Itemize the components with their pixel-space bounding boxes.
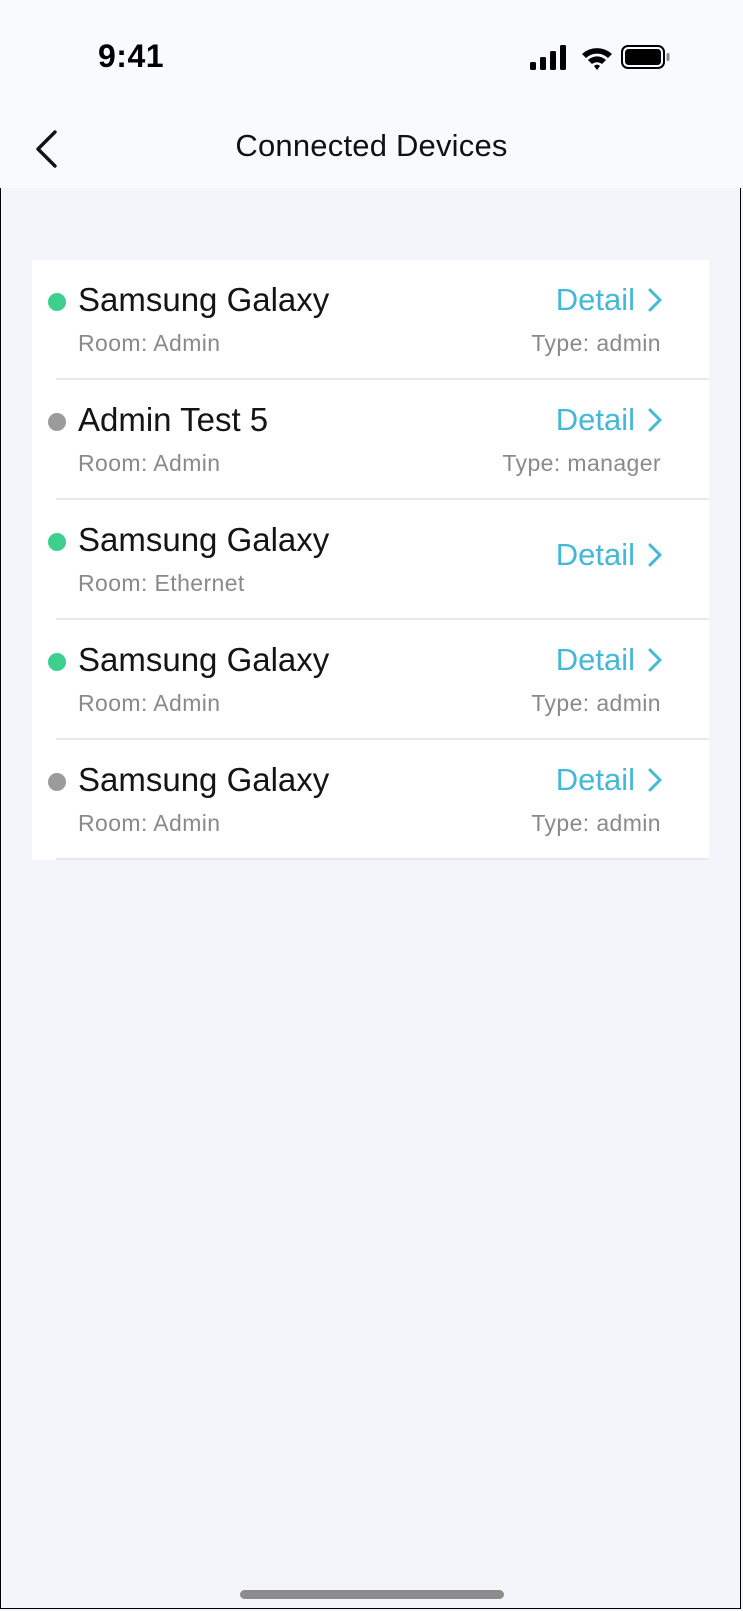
status-icons xyxy=(530,44,670,72)
nav-bar: Connected Devices xyxy=(0,110,743,188)
home-indicator xyxy=(240,1590,504,1599)
detail-label: Detail xyxy=(555,282,635,317)
device-row[interactable]: Admin Test 5 Room: Admin Type: manager Deta… xyxy=(32,380,709,500)
detail-label: Detail xyxy=(555,402,635,437)
device-room: Room: Admin xyxy=(78,330,221,356)
device-room: Room: Ethernet xyxy=(78,570,245,596)
cellular-signal-icon xyxy=(530,45,566,70)
battery-icon xyxy=(621,45,670,69)
status-dot xyxy=(48,413,66,431)
chevron-right-icon xyxy=(647,407,663,433)
device-name: Samsung Galaxy xyxy=(78,641,330,678)
detail-link[interactable]: Detail xyxy=(556,762,663,798)
page-title: Connected Devices xyxy=(235,128,508,163)
device-row[interactable]: Samsung Galaxy Room: Ethernet Detail xyxy=(32,500,709,620)
device-row[interactable]: Samsung Galaxy Room: Admin Type: admin Deta… xyxy=(32,740,709,860)
device-row[interactable]: Samsung Galaxy Room: Admin Type: admin Deta… xyxy=(32,260,709,380)
detail-label: Detail xyxy=(555,762,635,797)
status-dot xyxy=(48,653,66,671)
device-type: Type: admin xyxy=(531,810,661,836)
detail-label: Detail xyxy=(555,537,635,572)
device-name: Samsung Galaxy xyxy=(78,281,330,318)
status-dot xyxy=(48,533,66,551)
device-type: Type: manager xyxy=(502,450,661,476)
detail-link[interactable]: Detail xyxy=(556,402,663,438)
detail-link[interactable]: Detail xyxy=(556,282,663,318)
status-time: 9:41 xyxy=(98,38,165,74)
status-bar: 9:41 xyxy=(0,0,743,110)
status-dot xyxy=(48,293,66,311)
detail-label: Detail xyxy=(555,642,635,677)
device-type: Type: admin xyxy=(531,690,661,716)
device-room: Room: Admin xyxy=(78,450,221,476)
device-type: Type: admin xyxy=(531,330,661,356)
wifi-icon xyxy=(582,48,612,70)
device-room: Room: Admin xyxy=(78,810,221,836)
device-name: Samsung Galaxy xyxy=(78,761,330,798)
row-divider xyxy=(56,858,709,860)
device-row[interactable]: Samsung Galaxy Room: Admin Type: admin Deta… xyxy=(32,620,709,740)
device-list: Samsung Galaxy Room: Admin Type: admin Deta… xyxy=(32,260,709,860)
chevron-right-icon xyxy=(647,647,663,673)
chevron-right-icon xyxy=(647,767,663,793)
chevron-right-icon xyxy=(647,542,663,568)
chevron-right-icon xyxy=(647,287,663,313)
device-name: Samsung Galaxy xyxy=(78,521,330,558)
status-dot xyxy=(48,773,66,791)
detail-link[interactable]: Detail xyxy=(556,537,663,573)
detail-link[interactable]: Detail xyxy=(556,642,663,678)
device-name: Admin Test 5 xyxy=(78,401,269,438)
device-room: Room: Admin xyxy=(78,690,221,716)
